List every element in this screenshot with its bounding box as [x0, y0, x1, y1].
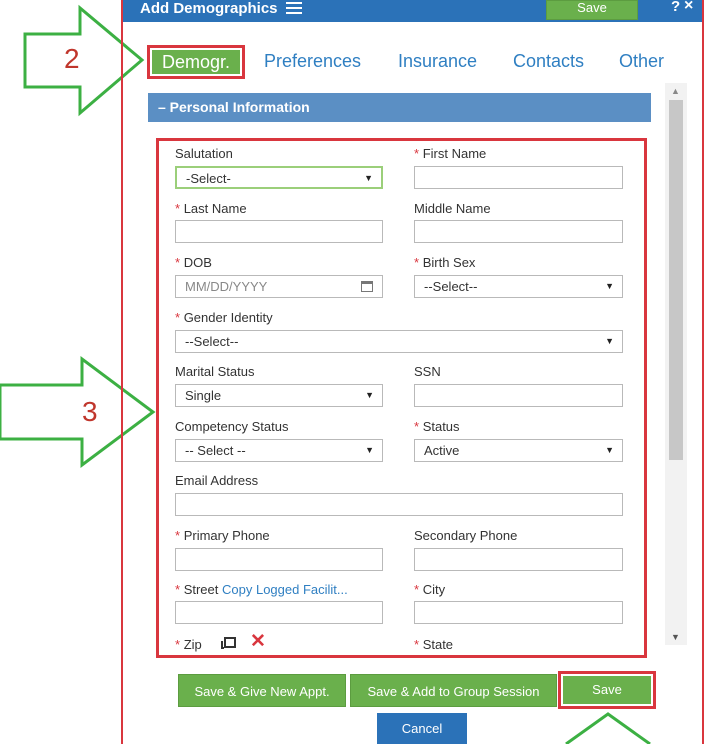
save-give-new-appt-button[interactable]: Save & Give New Appt. [178, 674, 346, 707]
hamburger-menu-icon[interactable] [286, 2, 302, 14]
scroll-up-icon[interactable]: ▲ [671, 86, 680, 96]
last-name-input[interactable] [175, 220, 383, 243]
middle-name-label: Middle Name [414, 201, 491, 216]
primary-phone-label: * Primary Phone [175, 528, 270, 543]
modal-title: Add Demographics [140, 0, 278, 17]
first-name-label: * First Name [414, 146, 487, 161]
primary-phone-input[interactable] [175, 548, 383, 571]
status-select[interactable]: Active ▼ [414, 439, 623, 462]
marital-status-select[interactable]: Single ▼ [175, 384, 383, 407]
save-button[interactable]: Save [558, 671, 656, 709]
chevron-down-icon: ▼ [605, 336, 614, 346]
tab-demographics-label: Demogr. [152, 50, 240, 74]
chevron-down-icon: ▼ [365, 445, 374, 455]
modal-border-left [121, 0, 123, 744]
birth-sex-label: * Birth Sex [414, 255, 476, 270]
scrollbar-thumb[interactable] [669, 100, 683, 460]
modal-border-right [702, 0, 704, 744]
secondary-phone-label: Secondary Phone [414, 528, 518, 543]
section-personal-information[interactable]: – Personal Information [148, 93, 651, 122]
last-name-label: * Last Name [175, 201, 247, 216]
modal-header: Add Demographics Save ? × [123, 0, 702, 22]
tab-preferences[interactable]: Preferences [264, 51, 361, 72]
zip-label: * Zip [175, 637, 202, 652]
arrow-step3 [0, 356, 156, 468]
birth-sex-select[interactable]: --Select-- ▼ [414, 275, 623, 298]
competency-status-label: Competency Status [175, 419, 289, 434]
clear-x-icon[interactable]: ✕ [250, 630, 266, 653]
close-icon[interactable]: × [684, 0, 693, 15]
street-label: * Street Copy Logged Facilit... [175, 582, 348, 597]
arrow-step2 [23, 4, 145, 117]
copy-icon-base [221, 641, 224, 649]
salutation-select[interactable]: -Select- ▼ [175, 166, 383, 189]
email-label: Email Address [175, 473, 259, 488]
arrow-save [565, 712, 651, 744]
dob-input[interactable]: MM/DD/YYYY [175, 275, 383, 298]
copy-logged-facility-link[interactable]: Copy Logged Facilit... [222, 582, 348, 597]
cancel-button[interactable]: Cancel [377, 713, 467, 744]
calendar-icon [361, 281, 373, 292]
ssn-input[interactable] [414, 384, 623, 407]
header-save-button[interactable]: Save [546, 0, 638, 20]
ssn-label: SSN [414, 364, 441, 379]
tab-other[interactable]: Other [619, 51, 664, 72]
tab-insurance[interactable]: Insurance [398, 51, 477, 72]
annotation-number-2: 2 [64, 43, 80, 74]
chevron-down-icon: ▼ [364, 173, 373, 183]
first-name-input[interactable] [414, 166, 623, 189]
marital-status-label: Marital Status [175, 364, 255, 379]
middle-name-input[interactable] [414, 220, 623, 243]
salutation-label: Salutation [175, 146, 233, 161]
secondary-phone-input[interactable] [414, 548, 623, 571]
city-input[interactable] [414, 601, 623, 624]
help-icon[interactable]: ? [671, 0, 680, 15]
status-label: * Status [414, 419, 460, 434]
annotation-number-3: 3 [82, 396, 98, 427]
chevron-down-icon: ▼ [605, 281, 614, 291]
scroll-down-icon[interactable]: ▼ [671, 632, 680, 642]
save-add-group-session-button[interactable]: Save & Add to Group Session [350, 674, 557, 707]
state-label: * State [414, 637, 454, 652]
gender-identity-label: * Gender Identity [175, 310, 273, 325]
chevron-down-icon: ▼ [365, 390, 374, 400]
gender-identity-select[interactable]: --Select-- ▼ [175, 330, 623, 353]
city-label: * City [414, 582, 446, 597]
email-input[interactable] [175, 493, 623, 516]
chevron-down-icon: ▼ [605, 445, 614, 455]
copy-icon[interactable] [224, 637, 236, 648]
tab-contacts[interactable]: Contacts [513, 51, 584, 72]
tab-demographics[interactable]: Demogr. [147, 45, 245, 79]
dob-label: * DOB [175, 255, 212, 270]
street-input[interactable] [175, 601, 383, 624]
save-button-label: Save [563, 676, 651, 704]
competency-status-select[interactable]: -- Select -- ▼ [175, 439, 383, 462]
